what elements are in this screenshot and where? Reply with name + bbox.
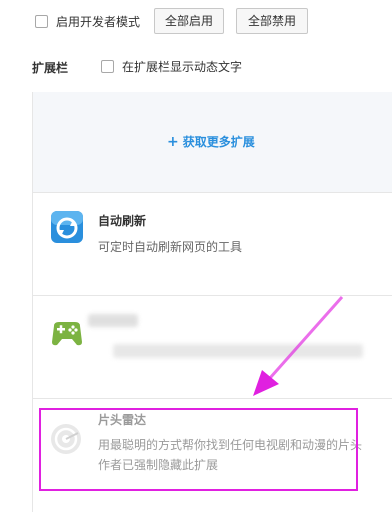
highlight-box <box>39 408 358 491</box>
